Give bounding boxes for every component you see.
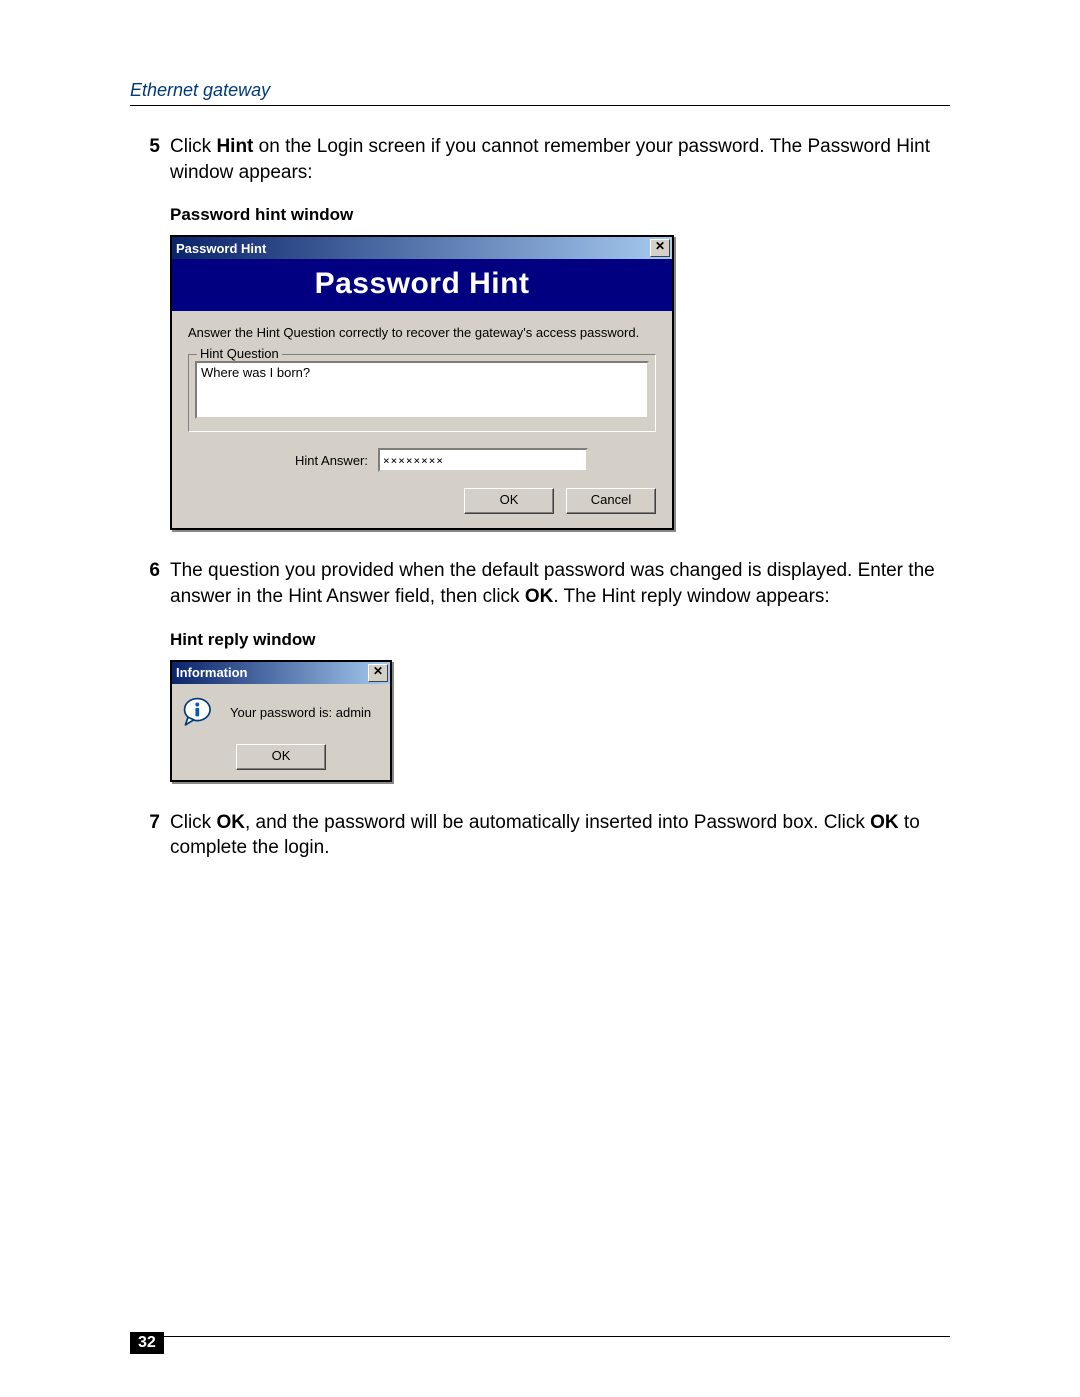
info-message: Your password is: admin <box>230 705 371 720</box>
ok-button[interactable]: OK <box>464 488 554 514</box>
dialog-body: Answer the Hint Question correctly to re… <box>172 311 672 528</box>
header-label: Ethernet gateway <box>130 80 270 100</box>
close-icon[interactable]: ✕ <box>368 664 388 682</box>
titlebar: Password Hint ✕ <box>172 237 672 259</box>
dialog1-button-row: OK Cancel <box>188 488 656 514</box>
hint-question-text: Where was I born? <box>195 361 649 419</box>
page-footer: 32 <box>130 1336 950 1337</box>
ok-button[interactable]: OK <box>236 744 326 770</box>
page-number: 32 <box>130 1332 164 1354</box>
page-header: Ethernet gateway <box>130 80 950 106</box>
step-number: 5 <box>130 134 170 185</box>
titlebar: Information ✕ <box>172 662 390 684</box>
info-icon <box>182 696 216 730</box>
info-row: Your password is: admin <box>182 696 380 730</box>
cancel-button[interactable]: Cancel <box>566 488 656 514</box>
step-6: 6 The question you provided when the def… <box>130 558 950 609</box>
step-5: 5 Click Hint on the Login screen if you … <box>130 134 950 185</box>
step-text: The question you provided when the defau… <box>170 558 950 609</box>
fieldset-legend: Hint Question <box>197 346 282 361</box>
dialog-body: Your password is: admin OK <box>172 684 390 780</box>
hint-question-fieldset: Hint Question Where was I born? <box>188 354 656 432</box>
dialog2-button-row: OK <box>182 744 380 770</box>
hint-answer-input[interactable] <box>378 448 588 472</box>
dialog-banner: Password Hint <box>172 259 672 311</box>
titlebar-text: Password Hint <box>176 241 266 256</box>
information-dialog: Information ✕ Your password is: admin OK <box>170 660 392 782</box>
step-text: Click Hint on the Login screen if you ca… <box>170 134 950 185</box>
titlebar-text: Information <box>176 665 248 680</box>
caption-hint-reply: Hint reply window <box>170 630 950 650</box>
instruction-text: Answer the Hint Question correctly to re… <box>188 325 656 340</box>
footer-rule <box>130 1336 950 1337</box>
hint-answer-row: Hint Answer: <box>188 448 656 472</box>
close-icon[interactable]: ✕ <box>650 239 670 257</box>
step-number: 6 <box>130 558 170 609</box>
manual-page: Ethernet gateway 5 Click Hint on the Log… <box>0 0 1080 1397</box>
password-hint-dialog: Password Hint ✕ Password Hint Answer the… <box>170 235 674 530</box>
step-7: 7 Click OK, and the password will be aut… <box>130 810 950 861</box>
step-text: Click OK, and the password will be autom… <box>170 810 950 861</box>
caption-password-hint: Password hint window <box>170 205 950 225</box>
step-number: 7 <box>130 810 170 861</box>
hint-answer-label: Hint Answer: <box>188 453 378 468</box>
